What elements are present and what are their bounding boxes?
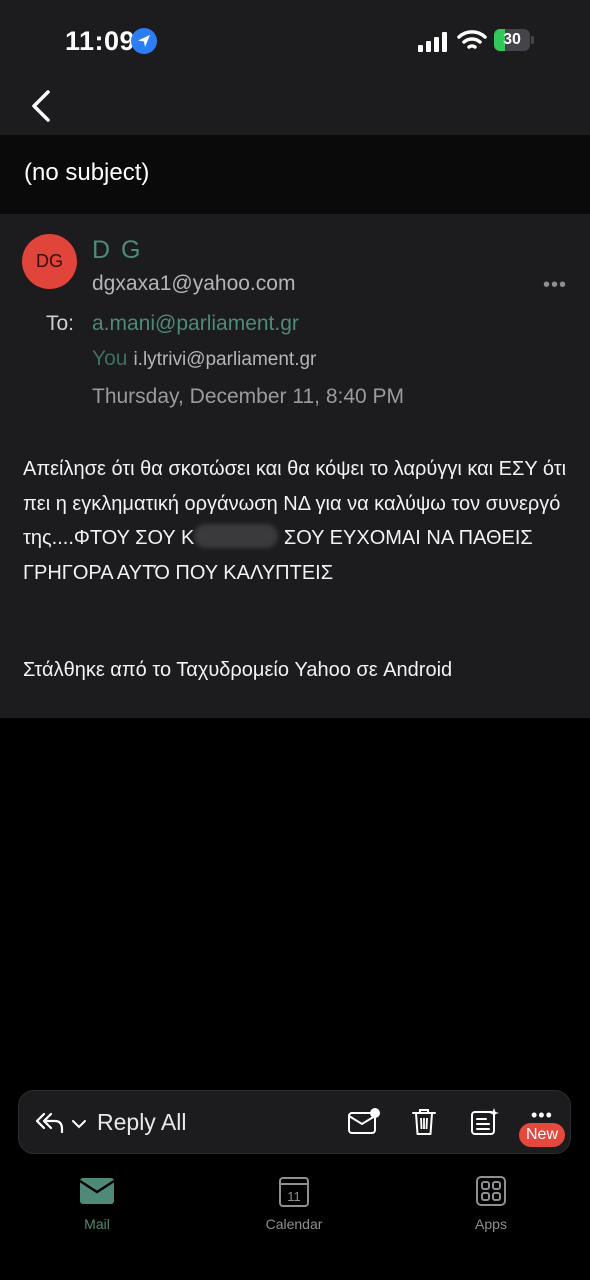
sender-email[interactable]: dgxaxa1@yahoo.com bbox=[92, 272, 295, 296]
calendar-icon: 11 bbox=[279, 1177, 309, 1207]
reply-all-button[interactable]: Reply All bbox=[97, 1109, 186, 1136]
chevron-left-icon bbox=[32, 90, 50, 122]
recipient-you[interactable]: You i.lytrivi@parliament.gr bbox=[92, 347, 316, 371]
status-bar: 11:09 30 bbox=[0, 0, 590, 80]
action-bar: Reply All ••• New bbox=[18, 1090, 571, 1154]
back-button[interactable] bbox=[28, 88, 58, 124]
battery-level: 30 bbox=[503, 31, 521, 48]
tab-calendar[interactable]: 11 Calendar bbox=[234, 1174, 354, 1232]
email-body: Απείλησε ότι θα σκοτώσει και θα κόψει το… bbox=[23, 452, 568, 590]
chevron-down-icon[interactable] bbox=[71, 1117, 87, 1135]
message-card: DG D G dgxaxa1@yahoo.com ••• To: a.mani@… bbox=[0, 214, 590, 718]
apps-grid-icon bbox=[476, 1176, 506, 1206]
sender-avatar[interactable]: DG bbox=[22, 234, 77, 289]
tab-label: Apps bbox=[475, 1216, 507, 1232]
tab-label: Calendar bbox=[265, 1216, 323, 1232]
email-subject: (no subject) bbox=[24, 159, 150, 186]
reply-all-icon[interactable] bbox=[35, 1111, 65, 1140]
mail-icon bbox=[79, 1178, 115, 1204]
trash-icon[interactable] bbox=[410, 1107, 438, 1142]
tab-mail[interactable]: Mail bbox=[37, 1174, 157, 1232]
recipient-email: i.lytrivi@parliament.gr bbox=[133, 349, 317, 370]
cellular-signal-icon bbox=[418, 32, 448, 57]
location-arrow-icon bbox=[131, 28, 157, 54]
recipient-email[interactable]: a.mani@parliament.gr bbox=[92, 312, 299, 336]
sender-name[interactable]: D G bbox=[92, 236, 142, 265]
add-note-icon[interactable] bbox=[470, 1107, 500, 1142]
calendar-day: 11 bbox=[287, 1189, 301, 1204]
redacted-blur bbox=[194, 524, 279, 548]
mark-unread-icon[interactable] bbox=[347, 1107, 381, 1142]
tab-bar: Mail 11 Calendar Apps bbox=[0, 1160, 590, 1280]
message-more-options-button[interactable]: ••• bbox=[543, 274, 567, 297]
tab-apps[interactable]: Apps bbox=[431, 1174, 551, 1232]
battery-icon: 30 bbox=[494, 29, 534, 51]
navigation-bar bbox=[0, 80, 590, 135]
wifi-icon bbox=[457, 28, 487, 57]
subject-header: (no subject) bbox=[0, 135, 590, 214]
recipient-you-label: You bbox=[92, 347, 128, 370]
email-date: Thursday, December 11, 8:40 PM bbox=[92, 385, 405, 408]
email-signature: Στάλθηκε από το Ταχυδρομείο Yahoo σε And… bbox=[23, 659, 453, 681]
new-badge: New bbox=[519, 1123, 566, 1147]
tab-label: Mail bbox=[84, 1216, 110, 1232]
to-label: To: bbox=[46, 312, 75, 335]
status-time: 11:09 bbox=[65, 26, 136, 56]
